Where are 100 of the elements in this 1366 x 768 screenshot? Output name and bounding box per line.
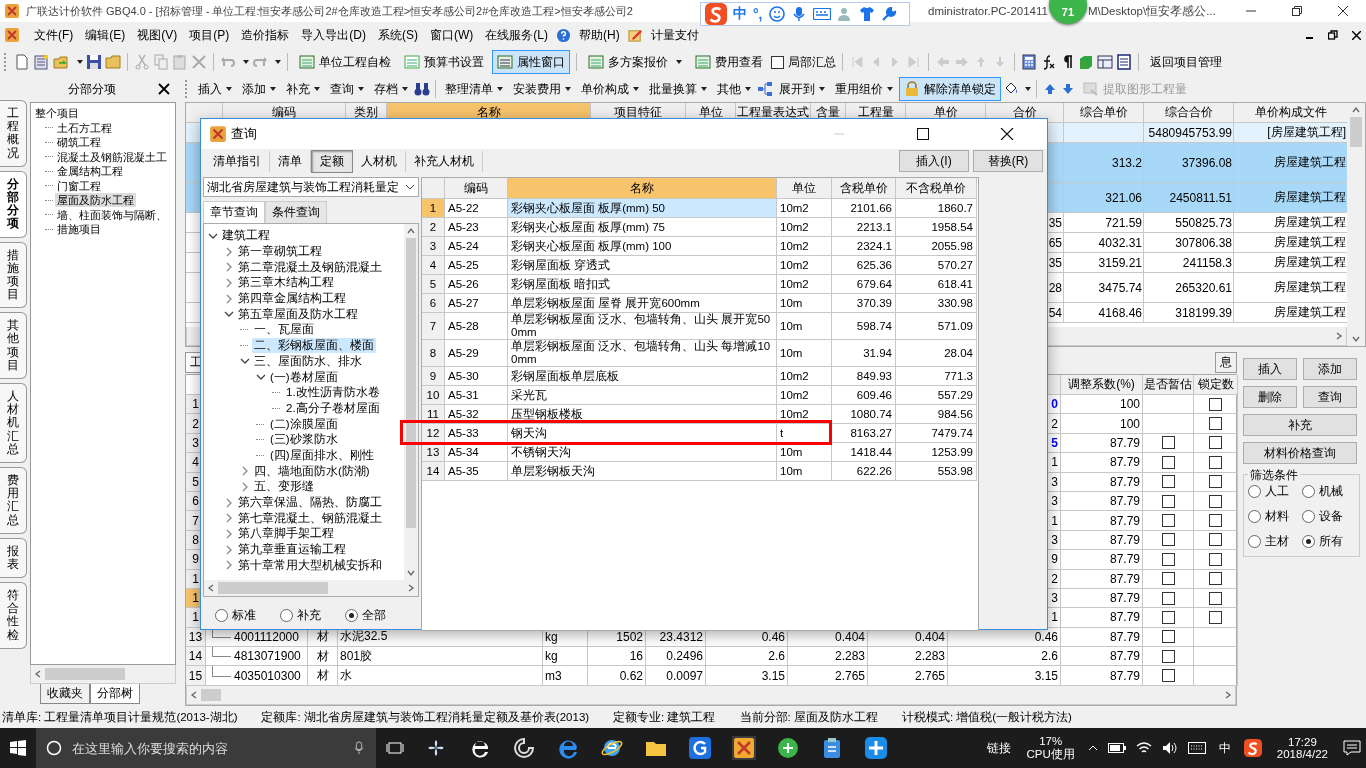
action-button[interactable]: 补充: [1243, 414, 1357, 436]
side-tab[interactable]: 报表: [0, 537, 27, 579]
menu-button[interactable]: 单价构成: [577, 80, 643, 98]
action-button[interactable]: 插入: [1243, 358, 1297, 380]
column-header[interactable]: 不含税单价: [896, 178, 977, 199]
row-number[interactable]: 10: [422, 386, 445, 405]
row-number[interactable]: 14: [422, 462, 445, 481]
tree-item[interactable]: 第十章常用大型机械安拆和: [236, 557, 384, 573]
tree-item[interactable]: 金属结构工程: [55, 164, 125, 179]
toolbar-button[interactable]: 单位工程自检: [294, 50, 396, 74]
radio-label[interactable]: 主材: [1248, 533, 1302, 550]
dialog-button[interactable]: 插入(I): [899, 150, 969, 172]
menu-item[interactable]: 造价指标: [237, 26, 294, 44]
tree-item[interactable]: 一、瓦屋面: [252, 322, 316, 338]
tree-item[interactable]: 措施项目: [55, 222, 103, 237]
radio-label[interactable]: 全部: [345, 607, 386, 624]
tab[interactable]: 章节查询: [203, 201, 265, 223]
tree-item[interactable]: 屋面及防水工程: [55, 193, 136, 208]
tree-item[interactable]: 二、彩钢板屋面、楼面: [252, 338, 376, 354]
row-number[interactable]: 14: [186, 647, 206, 667]
column-header[interactable]: 名称: [508, 178, 777, 199]
menu-button[interactable]: 补充: [282, 80, 324, 98]
menu-item[interactable]: 视图(V): [133, 26, 182, 44]
menu-button[interactable]: 查询: [326, 80, 368, 98]
tree-item[interactable]: 第八章脚手架工程: [236, 526, 336, 542]
radio-label[interactable]: 人工: [1248, 483, 1302, 500]
tree-item[interactable]: (一)卷材屋面: [268, 369, 340, 385]
menu-button[interactable]: 展开到: [775, 80, 829, 98]
column-header[interactable]: 含税单价: [832, 178, 896, 199]
column-header[interactable]: 调整系数(%): [1061, 375, 1143, 395]
radio-label[interactable]: 设备: [1301, 508, 1355, 525]
side-tab[interactable]: 费用汇总: [0, 466, 27, 534]
tree-item[interactable]: 建筑工程: [220, 228, 272, 244]
input-mode-toggle[interactable]: 中: [733, 5, 747, 23]
tab[interactable]: 息: [1215, 351, 1237, 373]
column-header[interactable]: 单位: [777, 178, 832, 199]
dialog-button[interactable]: 替换(R): [973, 150, 1043, 172]
tab[interactable]: 分部树: [90, 684, 140, 704]
tree-item[interactable]: 四、墙地面防水(防潮): [252, 463, 372, 479]
row-number[interactable]: 1: [422, 199, 445, 218]
search-field[interactable]: 在这里输入你要搜索的内容: [70, 739, 344, 757]
tab[interactable]: 清单指引: [205, 150, 270, 172]
action-button[interactable]: 添加: [1303, 358, 1357, 380]
tree-item[interactable]: 第四章金属结构工程: [236, 291, 348, 307]
tab[interactable]: 定额: [311, 149, 353, 173]
menu-button[interactable]: 批量换算: [645, 80, 711, 98]
side-tab[interactable]: 人材机汇总: [0, 383, 27, 463]
tree-item[interactable]: 门窗工程: [55, 178, 103, 193]
column-header[interactable]: 综合单价: [1064, 103, 1144, 123]
row-number[interactable]: 9: [422, 367, 445, 386]
side-tab[interactable]: 符合性检: [0, 582, 27, 649]
library-dropdown[interactable]: 湖北省房屋建筑与装饰工程消耗量定: [203, 177, 419, 197]
menu-item[interactable]: 在线服务(L): [481, 26, 552, 44]
tree-item[interactable]: 五、变形缝: [252, 479, 316, 495]
row-number[interactable]: 5: [422, 275, 445, 294]
tree-item[interactable]: 第七章混凝土、钢筋混凝土: [236, 510, 384, 526]
row-number[interactable]: 3: [422, 237, 445, 256]
tree-item[interactable]: 第六章保温、隔热、防腐工: [236, 495, 384, 511]
tree-item[interactable]: 第二章混凝土及钢筋混凝土: [236, 259, 384, 275]
clock[interactable]: 17:29 2018/4/22: [1276, 736, 1328, 760]
tree-item[interactable]: (四)屋面排水、刚性: [268, 447, 376, 463]
menu-button[interactable]: 安装费用: [509, 80, 575, 98]
menu-button[interactable]: 其他: [713, 80, 755, 98]
menu-item[interactable]: 帮助(H): [575, 26, 624, 44]
row-number[interactable]: 15: [186, 666, 206, 686]
side-tab[interactable]: 分部分项: [0, 170, 27, 238]
links-toolbar[interactable]: 链接: [986, 739, 1011, 757]
tree-item[interactable]: 整个项目: [33, 106, 81, 121]
row-number[interactable]: 7: [422, 313, 445, 340]
column-header[interactable]: 锁定数: [1194, 375, 1238, 395]
punctuation-toggle[interactable]: °,: [753, 6, 763, 22]
tab[interactable]: 补充人材机: [406, 150, 483, 172]
action-button[interactable]: 查询: [1303, 386, 1357, 408]
tree-item[interactable]: 1.改性沥青防水卷: [284, 385, 382, 401]
tree-item[interactable]: 第一章砌筑工程: [236, 244, 324, 260]
toolbar-button[interactable]: 费用查看: [690, 50, 768, 74]
unlock-button[interactable]: 解除清单锁定: [899, 77, 1001, 101]
return-button[interactable]: 返回项目管理: [1145, 50, 1227, 74]
tab[interactable]: 人材机: [353, 150, 406, 172]
radio-label[interactable]: 补充: [280, 607, 321, 624]
menu-button[interactable]: 重用组价: [831, 80, 897, 98]
radio-label[interactable]: 标准: [215, 607, 256, 624]
tree-item[interactable]: 第九章垂直运输工程: [236, 542, 348, 558]
tree-item[interactable]: 砌筑工程: [55, 135, 103, 150]
side-tab[interactable]: 工程概况: [0, 100, 27, 167]
toolbar-button[interactable]: 属性窗口: [492, 50, 570, 74]
menu-button[interactable]: 整理清单: [441, 80, 507, 98]
radio-label[interactable]: 所有: [1301, 533, 1355, 550]
tree-item[interactable]: 第三章木结构工程: [236, 275, 336, 291]
column-header[interactable]: 是否暂估: [1143, 375, 1194, 395]
checkbox-label[interactable]: 局部汇总: [771, 53, 836, 71]
tree-item[interactable]: 混凝土及钢筋混凝土工: [55, 149, 169, 164]
side-tab[interactable]: 其他项目: [0, 312, 27, 379]
row-number[interactable]: 8: [422, 340, 445, 367]
column-header[interactable]: 编码: [445, 178, 508, 199]
tree-item[interactable]: (三)砂浆防水: [268, 432, 340, 448]
row-number[interactable]: 2: [422, 218, 445, 237]
column-header[interactable]: 单价构成文件: [1234, 103, 1348, 123]
tab[interactable]: 收藏夹: [40, 684, 90, 704]
menu-item[interactable]: 窗口(W): [426, 26, 478, 44]
